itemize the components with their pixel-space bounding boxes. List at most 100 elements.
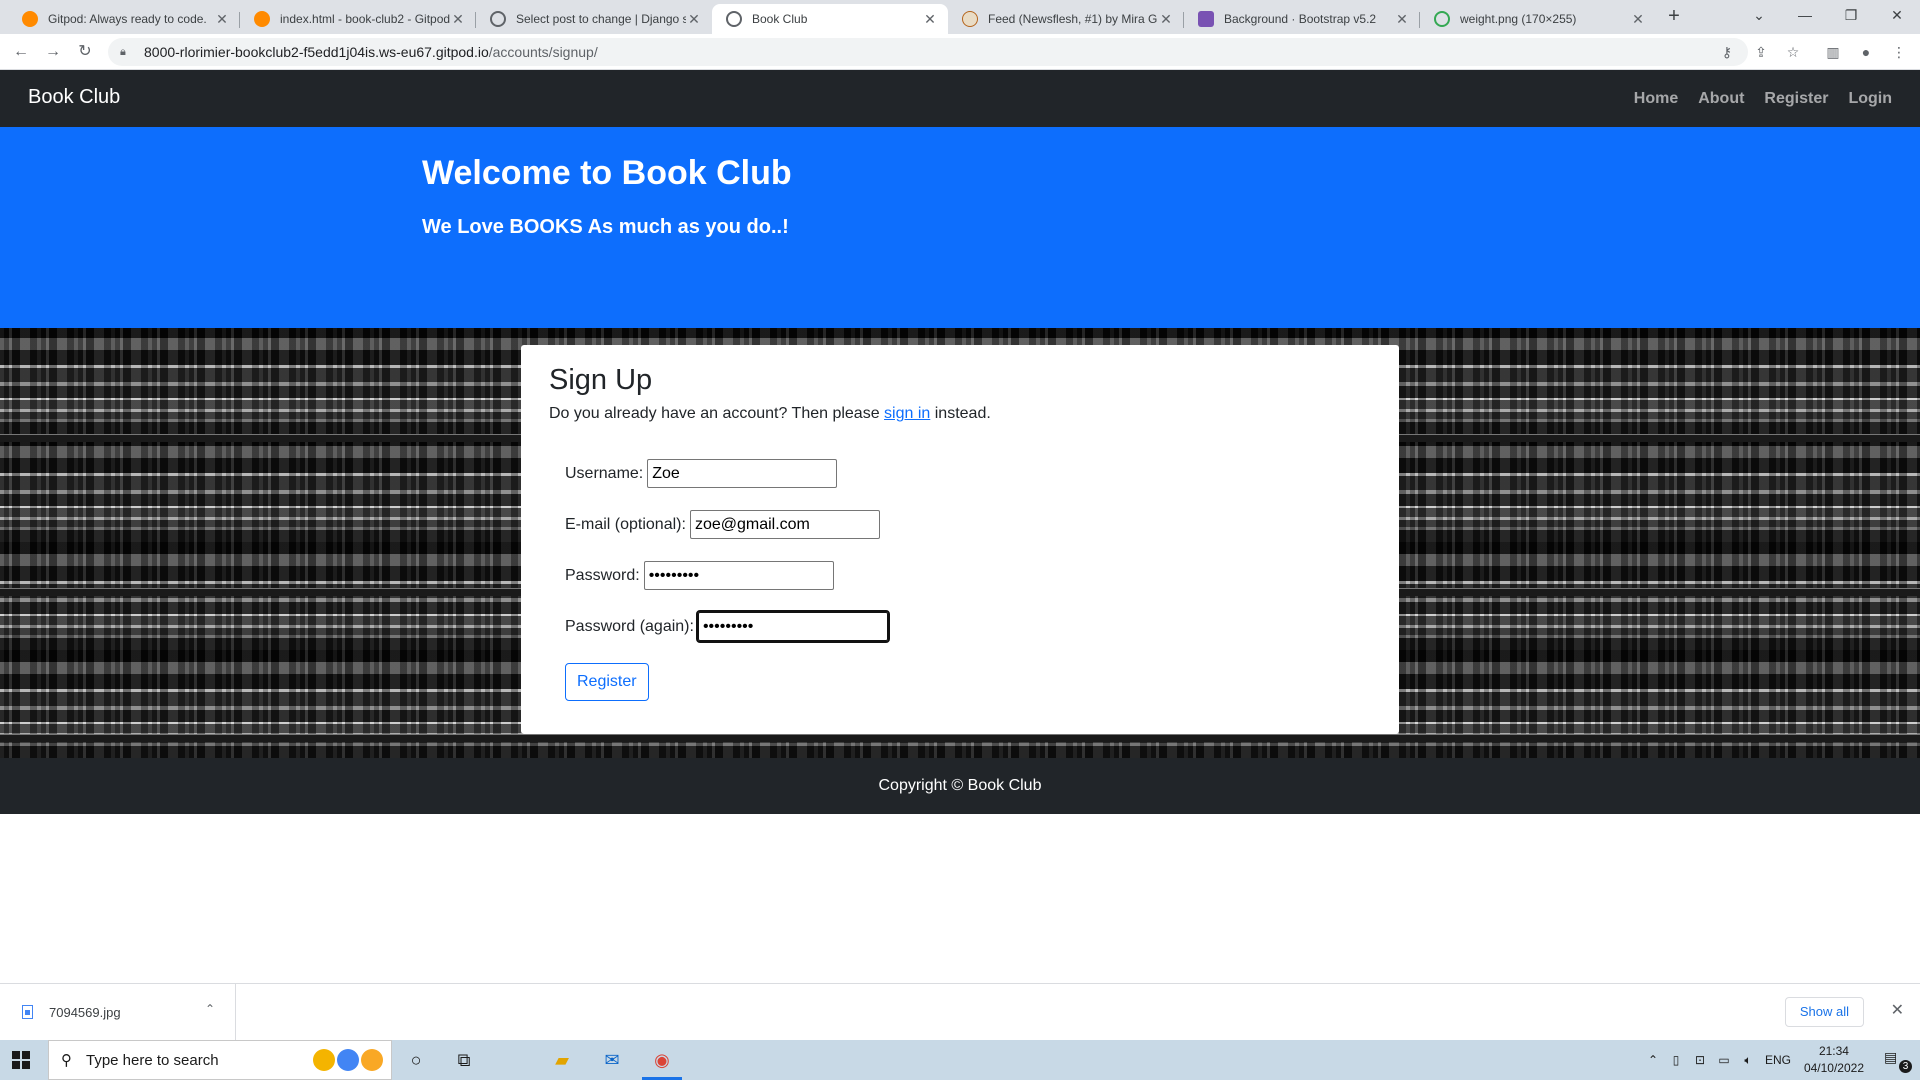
tab-title: Feed (Newsflesh, #1) by Mira Grant [988,12,1158,26]
signup-heading: Sign Up [549,364,653,396]
volume-icon[interactable]: 🔈︎ [1736,1053,1760,1068]
hero-banner: Welcome to Book Club We Love BOOKS As mu… [0,127,1920,328]
tab-title: Gitpod: Always ready to code. [48,12,207,26]
username-input[interactable] [647,459,838,488]
tab-title: Book Club [752,12,808,26]
password-key-icon[interactable]: ⚷ [1716,41,1738,63]
search-placeholder: Type here to search [86,1051,219,1069]
download-item[interactable]: 7094569.jpg ⌃ [0,984,236,1040]
tab-book-club[interactable]: Book Club ✕ [712,4,948,34]
globe-icon [726,11,742,27]
image-file-icon [22,1005,33,1019]
password-again-row: Password (again): [565,610,890,643]
taskbar-clock[interactable]: 21:34 04/10/2022 [1804,1043,1864,1077]
chrome-icon[interactable]: ◉ [638,1040,686,1080]
sign-in-link[interactable]: sign in [884,405,930,422]
close-tab-icon[interactable]: ✕ [686,11,702,28]
password-again-label: Password (again): [565,617,694,635]
profile-avatar-icon[interactable]: ● [1855,41,1877,63]
browser-tab-strip: Gitpod: Always ready to code. ✕ index.ht… [0,0,1920,34]
chevron-up-icon[interactable]: ⌃ [1642,1053,1664,1067]
back-icon[interactable]: ← [9,40,33,64]
tab-title: Select post to change | Django site admi… [516,12,686,26]
side-panel-icon[interactable]: ▥ [1822,41,1844,63]
bookmark-star-icon[interactable]: ☆ [1782,41,1804,63]
image-check-icon [1434,11,1450,27]
hero-subtitle: We Love BOOKS As much as you do..! [422,216,789,238]
intro-text: Do you already have an account? Then ple… [549,405,885,422]
search-highlight-icon[interactable] [313,1049,383,1071]
minimize-icon[interactable]: — [1782,0,1828,30]
new-tab-icon[interactable]: + [1662,5,1686,29]
windows-taskbar: ⚲ Type here to search ○ ⧉ ▰ ✉ ◉ ⌃ ▯ ⊡ ▭ … [0,1040,1920,1080]
search-icon: ⚲ [61,1052,72,1069]
forward-icon[interactable]: → [41,40,65,64]
tab-goodreads[interactable]: Feed (Newsflesh, #1) by Mira Grant ✕ [948,4,1184,34]
usb-icon[interactable]: ▯ [1664,1053,1688,1067]
email-input[interactable] [689,510,880,539]
clock-date: 04/10/2022 [1803,1061,1864,1075]
tab-gitpod-home[interactable]: Gitpod: Always ready to code. ✕ [8,4,240,34]
brand-link[interactable]: Book Club [28,86,120,109]
tab-title: Background · Bootstrap v5.2 [1224,12,1377,26]
notification-center-icon[interactable]: ▤ 3 [1884,1049,1912,1073]
tab-gitpod-editor[interactable]: index.html - book-club2 - Gitpod ✕ [240,4,476,34]
password-again-input[interactable] [695,610,890,643]
share-icon[interactable]: ⇪ [1750,41,1772,63]
clock-time: 21:34 [1818,1044,1849,1058]
close-tab-icon[interactable]: ✕ [450,11,466,28]
signup-intro: Do you already have an account? Then ple… [549,405,991,423]
hero-title: Welcome to Book Club [422,154,792,192]
intro-text: instead. [930,405,991,422]
tab-weight-png[interactable]: weight.png (170×255) ✕ [1420,4,1656,34]
bootstrap-icon [1198,11,1214,27]
nav-login-link[interactable]: Login [1848,90,1892,108]
windows-start-icon[interactable] [12,1051,30,1069]
tab-search-icon[interactable]: ⌄ [1736,0,1782,30]
goodreads-icon [962,11,978,27]
gitpod-icon [254,11,270,27]
language-indicator[interactable]: ENG [1760,1053,1796,1067]
nav-register-link[interactable]: Register [1764,90,1828,108]
password-input[interactable] [643,561,834,590]
lock-icon[interactable]: 🔒︎ [120,46,132,59]
tab-django-admin[interactable]: Select post to change | Django site admi… [476,4,712,34]
username-label: Username: [565,464,644,482]
menu-kebab-icon[interactable]: ⋮ [1888,41,1910,63]
register-button[interactable]: Register [565,663,649,701]
wifi-icon[interactable]: ▭ [1712,1053,1736,1067]
password-row: Password: [565,561,834,590]
email-row: E-mail (optional): [565,510,880,539]
close-tab-icon[interactable]: ✕ [214,11,230,28]
notification-count: 3 [1899,1060,1912,1073]
email-label: E-mail (optional): [565,515,686,533]
cortana-icon[interactable]: ○ [392,1040,440,1080]
network-icon[interactable]: ⊡ [1688,1053,1712,1067]
close-downloads-icon[interactable]: ✕ [1891,1000,1904,1020]
close-tab-icon[interactable]: ✕ [1630,11,1646,28]
url-path: /accounts/signup/ [488,44,598,60]
nav-about-link[interactable]: About [1698,90,1744,108]
tab-title: weight.png (170×255) [1460,12,1577,26]
close-tab-icon[interactable]: ✕ [1158,11,1174,28]
password-label: Password: [565,566,640,584]
address-bar[interactable]: 🔒︎ 8000-rlorimier-bookclub2-f5edd1j04is.… [108,38,1748,66]
chevron-up-icon[interactable]: ⌃ [205,1002,215,1016]
close-window-icon[interactable]: ✕ [1874,0,1920,30]
mail-icon[interactable]: ✉ [588,1040,636,1080]
taskbar-search-box[interactable]: ⚲ Type here to search [48,1040,392,1080]
close-tab-icon[interactable]: ✕ [922,11,938,28]
task-view-icon[interactable]: ⧉ [440,1040,488,1080]
browser-toolbar: ← → ↻ 🔒︎ 8000-rlorimier-bookclub2-f5edd1… [0,34,1920,70]
reload-icon[interactable]: ↻ [73,40,97,64]
close-tab-icon[interactable]: ✕ [1394,11,1410,28]
restore-icon[interactable]: ❐ [1828,0,1874,30]
username-row: Username: [565,459,838,488]
signup-card: Sign Up Do you already have an account? … [521,345,1399,734]
file-explorer-icon[interactable]: ▰ [538,1040,586,1080]
nav-links: Home About Register Login [1634,70,1892,127]
tab-bootstrap[interactable]: Background · Bootstrap v5.2 ✕ [1184,4,1420,34]
show-all-button[interactable]: Show all [1784,997,1864,1027]
nav-home-link[interactable]: Home [1634,90,1678,108]
tab-title: index.html - book-club2 - Gitpod [280,12,450,26]
